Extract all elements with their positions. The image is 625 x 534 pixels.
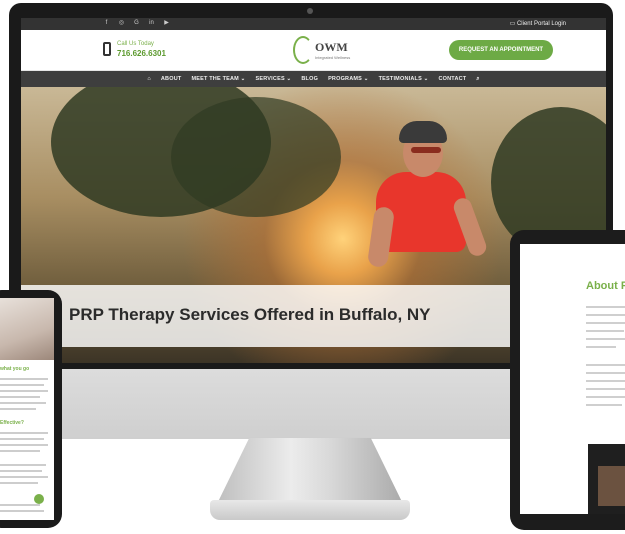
facebook-icon[interactable]: f bbox=[103, 20, 110, 27]
text-line bbox=[0, 384, 44, 386]
text-line bbox=[586, 338, 625, 340]
monitor-base bbox=[210, 500, 410, 520]
phone-icon bbox=[103, 42, 111, 56]
search-icon[interactable]: ⌕ bbox=[476, 76, 479, 83]
phone-heading: what you go bbox=[0, 366, 30, 372]
call-label: Call Us Today bbox=[117, 41, 154, 47]
text-line bbox=[586, 396, 625, 398]
text-line bbox=[0, 402, 46, 404]
phone-device: what you go Effective? bbox=[0, 290, 62, 528]
request-appointment-button[interactable]: REQUEST AN APPOINTMENT bbox=[449, 40, 553, 60]
monitor-icon: ▭ bbox=[509, 21, 517, 27]
text-line bbox=[0, 408, 36, 410]
nav-item-team[interactable]: MEET THE TEAM ⌄ bbox=[191, 76, 245, 82]
hero-title: PRP Therapy Services Offered in Buffalo,… bbox=[69, 305, 431, 324]
monitor-stand bbox=[215, 438, 405, 508]
nav-item-about[interactable]: ABOUT bbox=[161, 76, 182, 82]
site-header: Call Us Today 716.626.6301 OWM Integrate… bbox=[21, 30, 606, 71]
text-line bbox=[0, 444, 48, 446]
camera-dot bbox=[307, 8, 313, 14]
text-line bbox=[0, 438, 44, 440]
tree-silhouette bbox=[171, 97, 341, 217]
linkedin-icon[interactable]: in bbox=[148, 20, 155, 27]
main-nav: ⌂ ABOUT MEET THE TEAM ⌄ SERVICES ⌄ BLOG … bbox=[21, 71, 606, 87]
google-icon[interactable]: G bbox=[133, 20, 140, 27]
cyclist-arm bbox=[366, 205, 396, 269]
logo-text: OWM bbox=[315, 40, 348, 54]
text-line bbox=[586, 346, 616, 348]
video-still bbox=[598, 466, 625, 506]
text-line bbox=[0, 390, 48, 392]
text-line bbox=[0, 450, 40, 452]
scroll-top-button[interactable] bbox=[34, 494, 44, 504]
client-portal-link[interactable]: ▭ Client Portal Login bbox=[510, 20, 566, 27]
nav-item-programs[interactable]: PROGRAMS ⌄ bbox=[328, 76, 369, 82]
text-line bbox=[586, 314, 625, 316]
text-line bbox=[0, 476, 48, 478]
text-line bbox=[0, 482, 38, 484]
helmet bbox=[399, 121, 447, 143]
topbar: f ◎ G in ▶ ▭ Client Portal Login bbox=[21, 18, 606, 30]
instagram-icon[interactable]: ◎ bbox=[118, 20, 125, 27]
logo-mark-icon bbox=[293, 36, 313, 64]
text-line bbox=[586, 364, 625, 366]
site-logo[interactable]: OWM Integrated Wellness bbox=[293, 36, 359, 66]
nav-item-services[interactable]: SERVICES ⌄ bbox=[256, 76, 292, 82]
home-icon[interactable]: ⌂ bbox=[147, 76, 151, 82]
logo-subtitle: Integrated Wellness bbox=[315, 55, 351, 60]
text-line bbox=[0, 470, 42, 472]
phone-number[interactable]: 716.626.6301 bbox=[117, 49, 166, 58]
text-line bbox=[586, 388, 625, 390]
text-line bbox=[586, 372, 625, 374]
text-line bbox=[586, 330, 624, 332]
social-links: f ◎ G in ▶ bbox=[103, 20, 170, 27]
phone-screen: what you go Effective? bbox=[0, 298, 54, 520]
nav-item-contact[interactable]: CONTACT bbox=[438, 76, 466, 82]
client-portal-label: Client Portal Login bbox=[516, 21, 566, 27]
text-line bbox=[0, 510, 44, 512]
nav-item-testimonials[interactable]: TESTIMONIALS ⌄ bbox=[379, 76, 429, 82]
text-line bbox=[0, 464, 46, 466]
tablet-device: About P bbox=[510, 230, 625, 530]
tablet-screen: About P bbox=[520, 244, 625, 514]
phone-heading: Effective? bbox=[0, 420, 24, 426]
text-line bbox=[586, 404, 622, 406]
phone-hero-image bbox=[0, 298, 54, 360]
text-line bbox=[0, 504, 40, 506]
video-thumbnail[interactable] bbox=[588, 444, 625, 514]
text-line bbox=[586, 380, 625, 382]
text-line bbox=[0, 396, 40, 398]
text-line bbox=[0, 432, 48, 434]
nav-item-blog[interactable]: BLOG bbox=[301, 76, 318, 82]
text-line bbox=[0, 378, 48, 380]
tablet-heading: About P bbox=[586, 280, 625, 292]
text-line bbox=[586, 322, 625, 324]
youtube-icon[interactable]: ▶ bbox=[163, 20, 170, 27]
sunglasses bbox=[411, 147, 441, 153]
text-line bbox=[586, 306, 625, 308]
